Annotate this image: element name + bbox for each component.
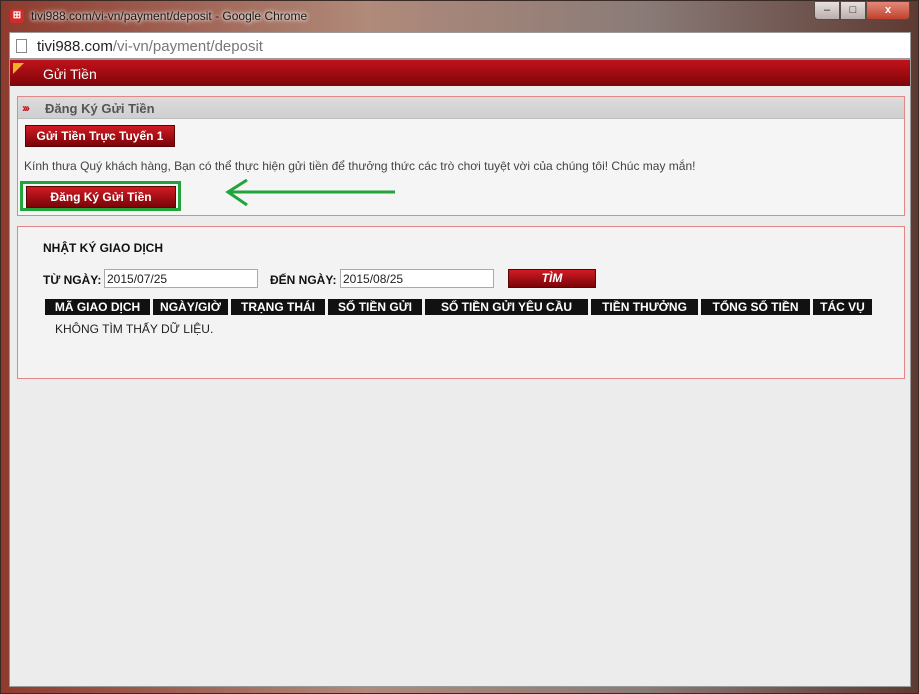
title-bar[interactable]: ⊞ tivi988.com/vi-vn/payment/deposit - Go… xyxy=(1,1,918,31)
url-text[interactable]: tivi988.com/vi-vn/payment/deposit xyxy=(37,38,263,55)
site-favicon-icon: ⊞ xyxy=(10,9,24,23)
browser-window: ⊞ tivi988.com/vi-vn/payment/deposit - Go… xyxy=(0,0,919,694)
page-viewport: Gửi Tiền ››› Đăng Ký Gửi Tiền Gửi Tiền T… xyxy=(9,59,911,687)
register-deposit-panel: ››› Đăng Ký Gửi Tiền Gửi Tiền Trực Tuyến… xyxy=(17,96,905,216)
panel-header: ››› Đăng Ký Gửi Tiền xyxy=(18,97,904,119)
annotation-arrow-icon xyxy=(225,179,395,207)
info-message: Kính thưa Quý khách hàng, Bạn có thể thự… xyxy=(24,159,696,173)
to-date-input[interactable] xyxy=(340,269,494,288)
from-date-input[interactable] xyxy=(104,269,258,288)
window-title: tivi988.com/vi-vn/payment/deposit - Goog… xyxy=(31,9,308,23)
column-header: TÁC VỤ xyxy=(813,299,875,315)
to-date-label: ĐẾN NGÀY: xyxy=(270,273,337,287)
page-title: Gửi Tiền xyxy=(43,66,97,82)
history-title: NHẬT KÝ GIAO DỊCH xyxy=(43,241,163,255)
page-icon xyxy=(16,39,27,53)
transaction-history-panel: NHẬT KÝ GIAO DỊCH TỪ NGÀY: ĐẾN NGÀY: TÌM… xyxy=(17,226,905,379)
corner-triangle-icon xyxy=(13,63,24,74)
close-button[interactable]: x xyxy=(866,2,910,20)
panel-title: Đăng Ký Gửi Tiền xyxy=(45,101,155,116)
minimize-button[interactable]: – xyxy=(814,2,840,20)
url-path: /vi-vn/payment/deposit xyxy=(112,38,263,55)
maximize-button[interactable]: □ xyxy=(840,2,866,20)
column-header: TRẠNG THÁI xyxy=(231,299,328,315)
column-header: TIỀN THƯỞNG xyxy=(591,299,701,315)
triple-chevron-icon: ››› xyxy=(22,101,30,115)
from-date-label: TỪ NGÀY: xyxy=(43,273,102,287)
column-header: SỐ TIỀN GỬI YÊU CẦU xyxy=(425,299,591,315)
column-header: NGÀY/GIỜ xyxy=(153,299,231,315)
online-deposit-tab-button[interactable]: Gửi Tiền Trực Tuyến 1 xyxy=(25,125,175,147)
column-header: SỐ TIỀN GỬI xyxy=(328,299,425,315)
empty-table-message: KHÔNG TÌM THẤY DỮ LIỆU. xyxy=(55,322,214,336)
search-button[interactable]: TÌM xyxy=(508,269,596,288)
column-header: MÃ GIAO DỊCH xyxy=(45,299,153,315)
url-domain: tivi988.com xyxy=(37,38,113,55)
page-header: Gửi Tiền xyxy=(10,60,910,86)
table-header: MÃ GIAO DỊCH NGÀY/GIỜ TRẠNG THÁI SỐ TIỀN… xyxy=(45,299,875,315)
address-bar[interactable]: tivi988.com/vi-vn/payment/deposit xyxy=(9,32,911,59)
column-header: TỔNG SỐ TIỀN xyxy=(701,299,813,315)
register-deposit-button[interactable]: Đăng Ký Gửi Tiền xyxy=(26,186,176,208)
window-controls: – □ x xyxy=(814,2,910,20)
